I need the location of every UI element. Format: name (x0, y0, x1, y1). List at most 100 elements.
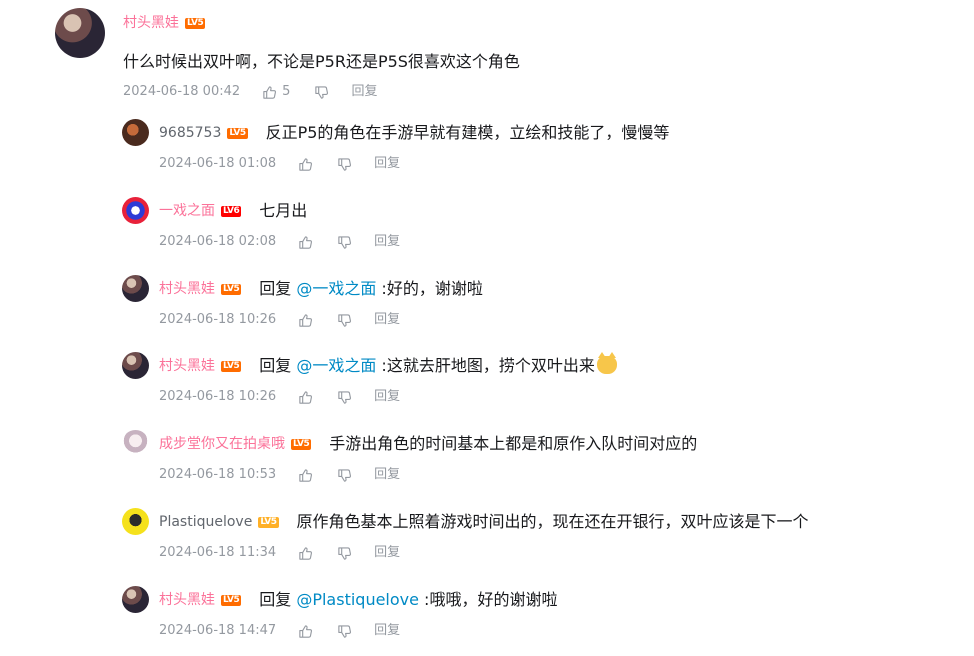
level-badge: LV5 (227, 127, 248, 139)
avatar[interactable] (122, 508, 149, 535)
comment-header: 村头黑娃 LV5 (123, 13, 206, 33)
cat-emoji-icon (596, 352, 617, 374)
reply-prefix: 回复 (259, 590, 297, 609)
reply-body: 原作角色基本上照着游戏时间出的，现在还在开银行，双叶应该是下一个 (296, 512, 809, 531)
reply-body: 手游出角色的时间基本上都是和原作入队时间对应的 (329, 434, 698, 453)
reply-button[interactable]: 回复 (374, 154, 400, 174)
reply-item: Plastiquelove LV5 原作角色基本上照着游戏时间出的，现在还在开银… (122, 508, 942, 578)
comment-thread: 村头黑娃 LV5 什么时候出双叶啊，不论是P5R还是P5S很喜欢这个角色 202… (0, 0, 974, 656)
level-badge: LV5 (221, 360, 242, 372)
reply-item: 一戏之面 LV6 七月出 2024-06-18 02:08 回复 (122, 197, 942, 267)
comment-meta: 2024-06-18 00:42 5 回复 (123, 82, 377, 102)
reply-meta: 2024-06-18 14:47 回复 (159, 621, 400, 641)
level-badge: LV6 (221, 205, 242, 217)
avatar[interactable] (55, 8, 105, 58)
avatar[interactable] (122, 197, 149, 224)
reply-meta: 2024-06-18 10:26 回复 (159, 387, 400, 407)
avatar[interactable] (122, 352, 149, 379)
reply-text: 回复 @Plastiquelove :哦哦，好的谢谢啦 (259, 589, 557, 611)
like-button[interactable] (298, 468, 313, 483)
reply-text: 手游出角色的时间基本上都是和原作入队时间对应的 (329, 433, 697, 455)
timestamp: 2024-06-18 01:08 (159, 156, 277, 171)
dislike-button[interactable] (337, 390, 352, 405)
avatar[interactable] (122, 119, 149, 146)
username[interactable]: 村头黑娃 (123, 13, 179, 33)
reply-button[interactable]: 回复 (374, 310, 400, 330)
level-badge: LV5 (221, 594, 242, 606)
dislike-button[interactable] (337, 624, 352, 639)
thumbs-down-icon (315, 85, 329, 99)
reply-meta: 2024-06-18 02:08 回复 (159, 232, 400, 252)
avatar[interactable] (122, 275, 149, 302)
thumbs-down-icon (338, 468, 352, 482)
dislike-button[interactable] (314, 85, 329, 100)
level-badge: LV5 (258, 516, 279, 528)
level-badge: LV5 (185, 17, 206, 29)
username[interactable]: 村头黑娃 (159, 356, 215, 376)
username[interactable]: 成步堂你又在拍桌哦 (159, 434, 285, 454)
reply-body: 七月出 (259, 201, 308, 220)
dislike-button[interactable] (337, 157, 352, 172)
username[interactable]: 村头黑娃 (159, 279, 215, 299)
reply-meta: 2024-06-18 10:26 回复 (159, 310, 400, 330)
reply-body: :哦哦，好的谢谢啦 (418, 590, 558, 609)
reply-text: 回复 @一戏之面 :这就去肝地图，捞个双叶出来 (259, 352, 617, 377)
reply-button[interactable]: 回复 (374, 387, 400, 407)
like-button[interactable] (298, 624, 313, 639)
username[interactable]: Plastiquelove (159, 512, 252, 532)
username[interactable]: 一戏之面 (159, 201, 215, 221)
username[interactable]: 9685753 (159, 123, 221, 143)
mention-link[interactable]: @Plastiquelove (296, 590, 419, 609)
reply-body: :好的，谢谢啦 (376, 279, 483, 298)
reply-item: 村头黑娃 LV5 回复 @一戏之面 :这就去肝地图，捞个双叶出来 2024-06… (122, 352, 942, 422)
thumbs-up-icon (299, 235, 313, 249)
reply-prefix: 回复 (259, 356, 297, 375)
reply-item: 成步堂你又在拍桌哦 LV5 手游出角色的时间基本上都是和原作入队时间对应的 20… (122, 430, 942, 500)
reply-button[interactable]: 回复 (374, 465, 400, 485)
thumbs-up-icon (299, 468, 313, 482)
reply-meta: 2024-06-18 01:08 回复 (159, 154, 400, 174)
timestamp: 2024-06-18 10:26 (159, 312, 277, 327)
thumbs-down-icon (338, 624, 352, 638)
thumbs-up-icon (299, 390, 313, 404)
dislike-button[interactable] (337, 546, 352, 561)
reply-item: 村头黑娃 LV5 回复 @Plastiquelove :哦哦，好的谢谢啦 202… (122, 586, 942, 656)
timestamp: 2024-06-18 10:53 (159, 467, 277, 482)
reply-prefix: 回复 (259, 279, 297, 298)
thumbs-down-icon (338, 390, 352, 404)
level-badge: LV5 (291, 438, 312, 450)
timestamp: 2024-06-18 00:42 (123, 84, 241, 99)
dislike-button[interactable] (337, 468, 352, 483)
comment-text: 什么时候出双叶啊，不论是P5R还是P5S很喜欢这个角色 (123, 52, 520, 71)
like-button[interactable] (298, 235, 313, 250)
timestamp: 2024-06-18 11:34 (159, 545, 277, 560)
like-button[interactable] (298, 313, 313, 328)
reply-button[interactable]: 回复 (374, 543, 400, 563)
mention-link[interactable]: @一戏之面 (296, 356, 376, 375)
username[interactable]: 村头黑娃 (159, 590, 215, 610)
reply-item: 9685753 LV5 反正P5的角色在手游早就有建模，立绘和技能了，慢慢等 2… (122, 119, 942, 189)
like-button[interactable]: 5 (262, 82, 290, 102)
avatar[interactable] (122, 586, 149, 613)
mention-link[interactable]: @一戏之面 (296, 279, 376, 298)
timestamp: 2024-06-18 10:26 (159, 389, 277, 404)
avatar[interactable] (122, 430, 149, 457)
dislike-button[interactable] (337, 235, 352, 250)
thumbs-up-icon (299, 157, 313, 171)
reply-text: 七月出 (259, 200, 307, 222)
reply-button[interactable]: 回复 (374, 621, 400, 641)
dislike-button[interactable] (337, 313, 352, 328)
reply-text: 反正P5的角色在手游早就有建模，立绘和技能了，慢慢等 (266, 122, 670, 144)
timestamp: 2024-06-18 14:47 (159, 623, 277, 638)
reply-meta: 2024-06-18 11:34 回复 (159, 543, 400, 563)
reply-item: 村头黑娃 LV5 回复 @一戏之面 :好的，谢谢啦 2024-06-18 10:… (122, 275, 942, 345)
reply-body: 反正P5的角色在手游早就有建模，立绘和技能了，慢慢等 (265, 123, 670, 142)
like-button[interactable] (298, 546, 313, 561)
reply-button[interactable]: 回复 (374, 232, 400, 252)
thumbs-up-icon (299, 313, 313, 327)
thumbs-down-icon (338, 313, 352, 327)
like-button[interactable] (298, 157, 313, 172)
like-button[interactable] (298, 390, 313, 405)
thumbs-up-icon (299, 624, 313, 638)
reply-button[interactable]: 回复 (351, 82, 377, 102)
